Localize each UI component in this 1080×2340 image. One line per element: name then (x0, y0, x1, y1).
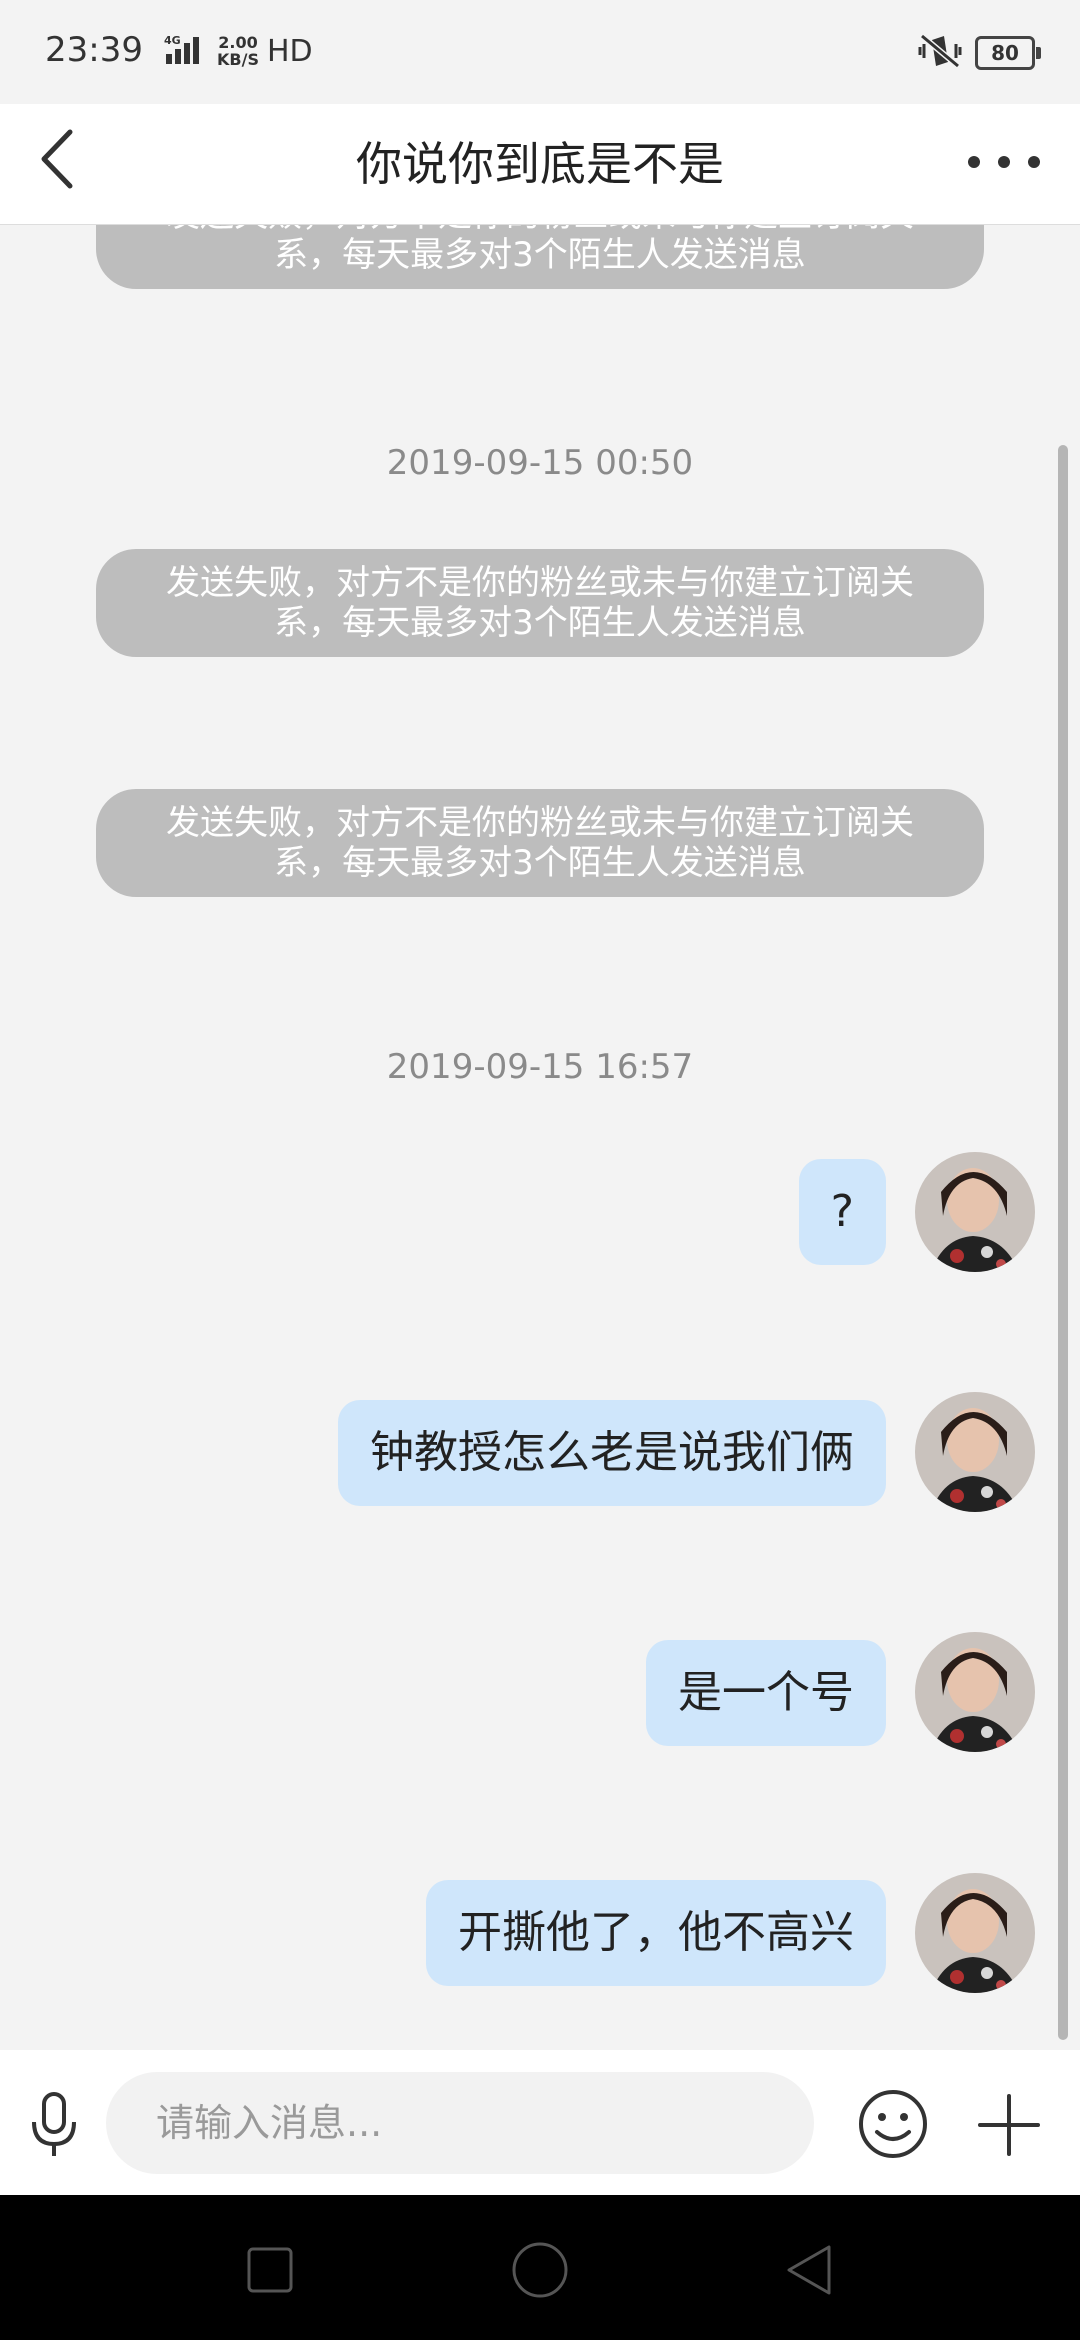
avatar[interactable] (915, 1632, 1035, 1752)
outgoing-message-bubble[interactable]: ? (798, 1159, 886, 1265)
message-input[interactable] (106, 2072, 814, 2174)
system-message: 发送失败，对方不是你的粉丝或未与你建立订阅关系，每天最多对3个陌生人发送消息 (96, 225, 984, 289)
hd-indicator: HD (267, 34, 313, 69)
emoji-icon[interactable] (857, 2088, 929, 2160)
system-message: 发送失败，对方不是你的粉丝或未与你建立订阅关系，每天最多对3个陌生人发送消息 (96, 549, 984, 657)
status-bar: 23:39 4G 2.00 KB/S HD 80 (0, 0, 1080, 104)
input-bar (0, 2050, 1080, 2195)
speed-unit: KB/S (217, 50, 259, 69)
scrollbar[interactable] (1058, 445, 1068, 2040)
network-type: 4G (164, 34, 181, 47)
system-message: 发送失败，对方不是你的粉丝或未与你建立订阅关系，每天最多对3个陌生人发送消息 (96, 789, 984, 897)
status-time: 23:39 (45, 30, 143, 70)
chat-header: 你说你到底是不是 (0, 104, 1080, 225)
home-icon[interactable] (505, 2235, 575, 2305)
more-dots-icon[interactable] (964, 132, 1044, 192)
avatar[interactable] (915, 1152, 1035, 1272)
outgoing-message-bubble[interactable]: 钟教授怎么老是说我们俩 (338, 1400, 886, 1506)
message-list[interactable]: 发送失败，对方不是你的粉丝或未与你建立订阅关系，每天最多对3个陌生人发送消息 2… (0, 225, 1080, 2050)
avatar[interactable] (915, 1392, 1035, 1512)
message-timestamp: 2019-09-15 16:57 (386, 1047, 694, 1087)
message-timestamp: 2019-09-15 00:50 (386, 443, 694, 483)
battery-indicator: 80 (975, 36, 1041, 70)
avatar[interactable] (915, 1873, 1035, 1993)
plus-icon[interactable] (974, 2090, 1044, 2160)
outgoing-message-bubble[interactable]: 开撕他了，他不高兴 (426, 1880, 886, 1986)
speed-value: 2.00 (218, 33, 258, 52)
vibrate-mute-icon (918, 33, 964, 72)
network-speed: 2.00 KB/S (217, 34, 259, 68)
chat-title: 你说你到底是不是 (356, 137, 724, 191)
recent-apps-icon[interactable] (235, 2235, 305, 2305)
navigation-bar (0, 2195, 1080, 2340)
outgoing-message-bubble[interactable]: 是一个号 (646, 1640, 886, 1746)
back-triangle-icon[interactable] (775, 2235, 845, 2305)
signal-icon: 4G (150, 34, 212, 72)
microphone-icon[interactable] (22, 2090, 86, 2160)
